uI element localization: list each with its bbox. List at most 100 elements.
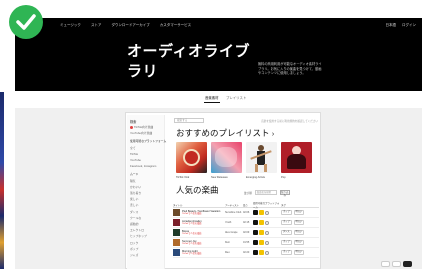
sidebar-item-label: 楽しい: [130, 197, 139, 202]
col-artist: アーティスト: [225, 203, 240, 207]
next-page-button[interactable]: [392, 261, 401, 267]
sidebar-item[interactable]: 全て: [130, 146, 136, 150]
cell-artist[interactable]: Youth: [225, 221, 243, 224]
sidebar-item-label: ムード: [130, 172, 139, 177]
left-decorative-strip: [0, 92, 4, 269]
sidebar-item[interactable]: 楽しい: [130, 197, 138, 201]
player-toggle-button[interactable]: [403, 261, 412, 267]
tiktok-icon: [253, 210, 258, 215]
playlists-heading-label: おすすめのプレイリスト: [176, 128, 270, 138]
play-icon[interactable]: [265, 230, 269, 235]
playlist-cover: [176, 142, 207, 173]
sidebar-item-label: かわいい: [130, 184, 142, 189]
sidebar-item-label: ダンス: [130, 209, 139, 214]
track-search-input[interactable]: 楽曲名を検索: [254, 190, 277, 195]
check-icon: [9, 5, 43, 39]
bottom-controls: [381, 261, 412, 267]
cell-tags: ダンス 明るい: [281, 230, 311, 235]
table-row[interactable]: Arcadia (Arcade) TikTokで人気の楽曲 Youth 02:15 ポッ…: [173, 218, 319, 228]
sidebar-item-label: 感動的: [130, 222, 139, 226]
sidebar-item[interactable]: ポップ: [130, 247, 138, 251]
cell-title: Arcadia (Arcade) TikTokで人気の楽曲: [173, 219, 225, 226]
tag-chip[interactable]: ポップ: [281, 210, 292, 215]
nav-item-store[interactable]: ストア: [91, 23, 102, 28]
sidebar-item[interactable]: かわいい: [130, 185, 141, 189]
sidebar-item[interactable]: ヒップホップ: [130, 234, 147, 238]
track-thumbnail: [173, 229, 180, 236]
playlist-card[interactable]: TikTok Viral: [176, 142, 207, 179]
play-icon[interactable]: [265, 210, 269, 215]
sidebar-item-label: 悲しい: [130, 203, 139, 208]
tab-playlists[interactable]: プレイリスト: [226, 95, 246, 100]
sidebar-item[interactable]: YouTube: [130, 158, 141, 162]
playlist-card[interactable]: New Releases: [211, 142, 242, 179]
play-icon[interactable]: [265, 250, 269, 255]
cell-tags: ポップ 明るい: [281, 210, 311, 215]
tag-chip[interactable]: ポップ: [281, 240, 292, 245]
sidebar-item-label: エレクトロ: [130, 228, 144, 233]
sidebar-item[interactable]: ロック: [130, 241, 138, 245]
play-icon[interactable]: [265, 220, 269, 225]
tracks-table: タイトル アーティスト 長さ 使用可能なプラットフォーム タグ Pied Bea…: [173, 202, 319, 258]
sidebar-item[interactable]: TikTok向け楽曲: [130, 125, 153, 129]
sidebar-item: ムード: [130, 172, 138, 176]
sidebar-item[interactable]: YouTube向け楽曲: [130, 131, 152, 135]
table-row[interactable]: Morning Light TikTokで人気の楽曲 Reo 02:20 ポップ 明るい: [173, 248, 319, 258]
cell-platforms: [253, 220, 281, 225]
sidebar-item-label: 陽気: [130, 178, 136, 183]
prev-page-button[interactable]: [381, 261, 390, 267]
tag-chip[interactable]: ポップ: [281, 250, 292, 255]
playlist-cover: [246, 142, 277, 173]
cell-artist[interactable]: Kiwi: [225, 241, 243, 244]
playlist-list: TikTok Viral New Releases Emerging Artis…: [176, 142, 312, 179]
track-text: Morning Light TikTokで人気の楽曲: [182, 250, 201, 256]
tag-chip[interactable]: ダンス: [281, 230, 292, 235]
terms-notice[interactable]: 音楽を使用する前に利用規約を確認してください: [261, 119, 318, 123]
tag-chip[interactable]: 明るい: [293, 220, 305, 225]
nav-item-archive[interactable]: ダウンロードアーカイブ: [111, 23, 149, 28]
search-input[interactable]: 検索する: [174, 118, 204, 123]
sidebar-item-label: クールな: [130, 215, 142, 220]
playlist-card[interactable]: Emerging Artists: [246, 142, 277, 179]
tag-chip[interactable]: 明るい: [293, 240, 305, 245]
sidebar-item[interactable]: エレクトロ: [130, 228, 144, 232]
tab-music[interactable]: 音楽素材: [205, 95, 219, 100]
table-row[interactable]: Pied Beauty / Sunflower Vacation TikTokで人…: [173, 208, 319, 218]
table-row[interactable]: Summer Joy TikTokで人気の楽曲 Kiwi 01:55 ポップ 明るい: [173, 238, 319, 248]
playlist-cover: [211, 142, 242, 173]
youtube-icon: [259, 250, 264, 255]
sidebar-item[interactable]: ジャズ: [130, 253, 138, 257]
cell-tags: ポップ 明るい: [281, 220, 311, 225]
play-icon[interactable]: [265, 240, 269, 245]
tag-chip[interactable]: 明るい: [293, 250, 305, 255]
track-thumbnail: [173, 249, 180, 256]
cell-title: Pied Beauty / Sunflower Vacation TikTokで人…: [173, 209, 225, 216]
sidebar-item[interactable]: ダンス: [130, 210, 138, 214]
sidebar-item[interactable]: TikTok: [130, 152, 138, 156]
filter-button[interactable]: 絞り込み: [279, 190, 290, 197]
playlists-heading[interactable]: おすすめのプレイリスト ›: [176, 127, 274, 139]
cell-artist[interactable]: Alex Grape: [225, 231, 243, 234]
sidebar-item[interactable]: 感動的: [130, 222, 138, 226]
language-selector[interactable]: 日本語: [386, 23, 397, 28]
cell-artist[interactable]: Reo: [225, 251, 243, 254]
playlist-label: Emerging Artists: [246, 176, 265, 179]
youtube-icon: [259, 230, 264, 235]
nav-item-support[interactable]: カスタマーサービス: [160, 23, 191, 28]
sidebar-item[interactable]: Facebook, Instagram: [130, 164, 156, 168]
table-row[interactable]: Bosss TikTokで人気の楽曲 Alex Grape 02:09 ダンス 明るい: [173, 228, 319, 238]
sidebar-item[interactable]: クールな: [130, 216, 141, 220]
login-link[interactable]: ログイン: [402, 23, 416, 28]
playlist-card[interactable]: Pop: [281, 142, 312, 179]
nav-item-music[interactable]: ミュージック: [60, 23, 81, 28]
sidebar-item[interactable]: 陽気: [130, 179, 136, 183]
cell-artist[interactable]: Sunshine Club: [225, 211, 243, 214]
tag-chip[interactable]: ポップ: [281, 220, 292, 225]
sidebar-item[interactable]: 落ち着き: [130, 191, 141, 195]
sidebar-item[interactable]: 悲しい: [130, 203, 138, 207]
track-subtitle: TikTokで人気の楽曲: [182, 252, 202, 255]
tag-chip[interactable]: 明るい: [293, 230, 305, 235]
cell-length: 01:55: [243, 241, 250, 244]
tag-chip[interactable]: 明るい: [293, 210, 305, 215]
track-text: Arcadia (Arcade) TikTokで人気の楽曲: [182, 220, 201, 226]
